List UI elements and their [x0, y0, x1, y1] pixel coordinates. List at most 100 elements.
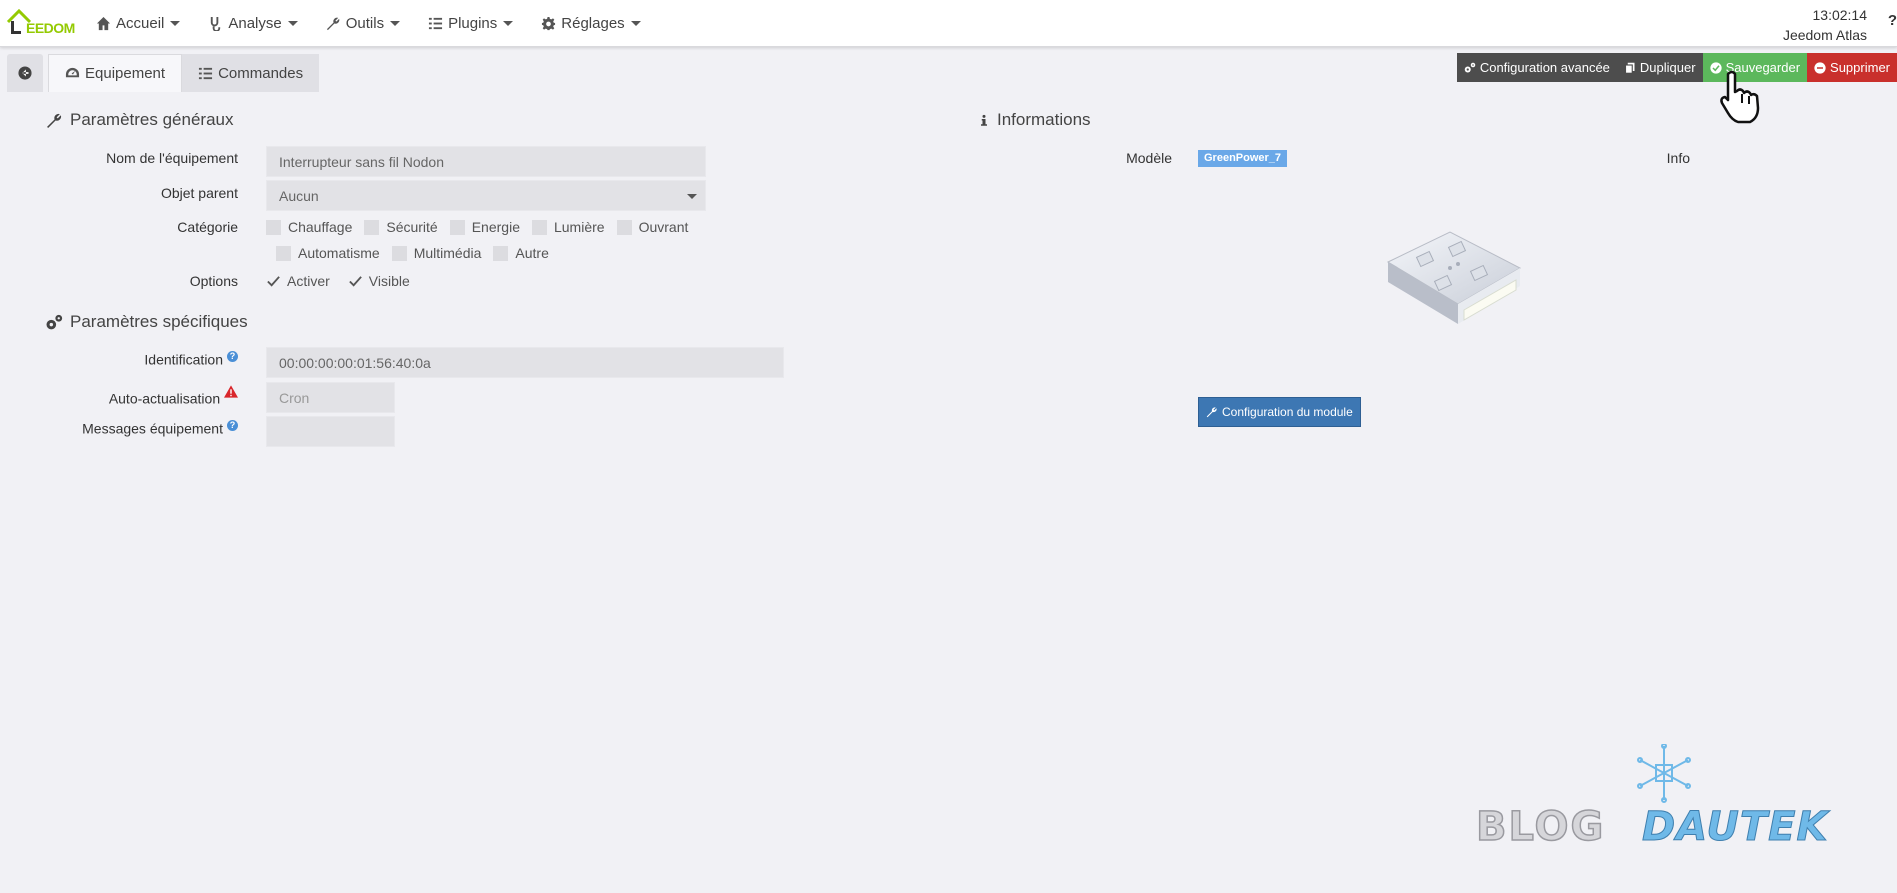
arrow-circle-left-icon [18, 66, 32, 80]
nav-plugins-label: Plugins [448, 15, 498, 32]
module-config-label: Configuration du module [1222, 405, 1353, 419]
wrench-icon [47, 113, 62, 128]
checkbox[interactable] [364, 219, 380, 235]
help-icon[interactable]: ? [1888, 12, 1897, 29]
jeedom-logo[interactable]: JEEDOM [6, 6, 78, 40]
identification-label: Identification [144, 351, 223, 368]
category-ouvrant[interactable]: Ouvrant [616, 219, 688, 235]
checkbox[interactable] [493, 245, 509, 261]
parent-object-value: Aucun [279, 187, 319, 204]
cron-placeholder: Cron [279, 389, 310, 406]
duplicate-button[interactable]: Dupliquer [1616, 53, 1703, 82]
tab-commandes[interactable]: Commandes [182, 54, 320, 92]
chevron-down-icon [170, 21, 181, 26]
nav-accueil-label: Accueil [116, 15, 165, 32]
nav-analyse[interactable]: Analyse [208, 15, 298, 32]
category-chauffage[interactable]: Chauffage [266, 219, 352, 235]
nav-outils-label: Outils [345, 15, 385, 32]
delete-button[interactable]: Supprimer [1807, 53, 1897, 82]
question-circle-icon[interactable]: ? [227, 351, 238, 362]
messages-label-row: Messages équipement? [40, 420, 238, 437]
copy-icon [1624, 62, 1635, 74]
list-icon [199, 67, 213, 79]
identification-value: 00:00:00:00:01:56:40:0a [279, 354, 431, 371]
equipment-name-input[interactable]: Interrupteur sans fil Nodon [266, 146, 706, 177]
tab-equipement-label: Equipement [85, 65, 166, 82]
category-securite[interactable]: Sécurité [364, 219, 438, 235]
watermark-text-blog: BLOG [1476, 804, 1605, 846]
nav-accueil[interactable]: Accueil [96, 15, 181, 32]
category-label: Catégorie [177, 219, 238, 235]
advanced-config-label: Configuration avancée [1479, 60, 1610, 75]
auto-refresh-cron-input[interactable]: Cron [266, 382, 395, 413]
check-icon[interactable] [266, 274, 281, 289]
nav-reglages[interactable]: Réglages [541, 15, 641, 32]
equipment-tabs: Equipement Commandes [7, 54, 320, 92]
nav-reglages-label: Réglages [561, 15, 625, 32]
category-label-text: Chauffage [288, 219, 353, 235]
device-image [1386, 231, 1522, 324]
chevron-down-icon [687, 194, 697, 199]
chevron-down-icon [390, 21, 401, 26]
messages-input[interactable] [266, 416, 395, 447]
back-button[interactable] [7, 54, 43, 92]
parent-object-select[interactable]: Aucun [266, 180, 706, 211]
module-config-button[interactable]: Configuration du module [1198, 397, 1361, 427]
user-name[interactable]: Jeedom Atlas [1783, 25, 1867, 45]
informations-title: Informations [978, 110, 1091, 130]
nav-plugins[interactable]: Plugins [428, 15, 514, 32]
chevron-down-icon [630, 21, 641, 26]
warning-triangle-icon [224, 385, 238, 398]
auto-refresh-label: Auto-actualisation [108, 390, 221, 407]
category-lumiere[interactable]: Lumière [531, 219, 605, 235]
home-icon [96, 16, 111, 31]
messages-label: Messages équipement [82, 420, 223, 437]
top-navbar: JEEDOM Accueil Analyse Outils Plugins Ré… [0, 0, 1897, 47]
checkbox[interactable] [266, 219, 281, 235]
category-energie[interactable]: Energie [449, 219, 520, 235]
blog-dautek-watermark: BLOG DAUTEK [1476, 744, 1830, 846]
wrench-icon [326, 17, 340, 31]
option-activer[interactable]: Activer [266, 273, 330, 289]
category-label-text: Autre [515, 245, 549, 261]
minus-circle-icon [1814, 61, 1826, 74]
categories-row-2: Automatisme Multimédia Autre [276, 245, 561, 261]
clock-user-block: 13:02:14 Jeedom Atlas [1783, 5, 1867, 45]
general-params-title: Paramètres généraux [46, 110, 233, 130]
clock: 13:02:14 [1812, 7, 1868, 23]
advanced-config-button[interactable]: Configuration avancée [1456, 53, 1617, 82]
identification-input[interactable]: 00:00:00:00:01:56:40:0a [266, 347, 784, 378]
nav-outils[interactable]: Outils [326, 15, 401, 32]
question-circle-icon[interactable]: ? [227, 420, 238, 431]
main-menu: Accueil Analyse Outils Plugins Réglages [96, 0, 669, 47]
specific-params-title: Paramètres spécifiques [46, 312, 248, 332]
checkbox[interactable] [449, 219, 465, 235]
action-toolbar: Configuration avancée Dupliquer Sauvegar… [1456, 53, 1897, 82]
informations-title-text: Informations [997, 110, 1091, 129]
option-visible[interactable]: Visible [348, 273, 410, 289]
cogs-icon [1464, 62, 1476, 72]
category-automatisme[interactable]: Automatisme [276, 245, 380, 261]
model-label: Modèle [1126, 150, 1172, 166]
info-label: Info [1666, 150, 1690, 166]
tab-commandes-label: Commandes [218, 64, 304, 82]
specific-params-title-text: Paramètres spécifiques [70, 312, 248, 331]
checkbox[interactable] [616, 219, 632, 235]
checkbox[interactable] [531, 219, 547, 235]
checkbox[interactable] [391, 245, 407, 261]
category-multimedia[interactable]: Multimédia [391, 245, 481, 261]
category-autre[interactable]: Autre [493, 245, 549, 261]
chevron-down-icon [287, 21, 298, 26]
dashboard-icon [65, 67, 80, 78]
general-params-title-text: Paramètres généraux [70, 110, 234, 129]
tab-equipement[interactable]: Equipement [48, 54, 183, 92]
check-icon[interactable] [348, 274, 363, 289]
category-label-text: Automatisme [298, 245, 380, 261]
list-icon [429, 17, 443, 30]
categories-row-1: Chauffage Sécurité Energie Lumière Ouvra… [266, 219, 700, 235]
options-row: Activer Visible [266, 273, 422, 289]
option-visible-label: Visible [368, 273, 410, 289]
auto-refresh-label-row: Auto-actualisation [40, 385, 238, 407]
checkbox[interactable] [276, 245, 291, 261]
watermark-text-dautek: DAUTEK [1642, 804, 1830, 846]
